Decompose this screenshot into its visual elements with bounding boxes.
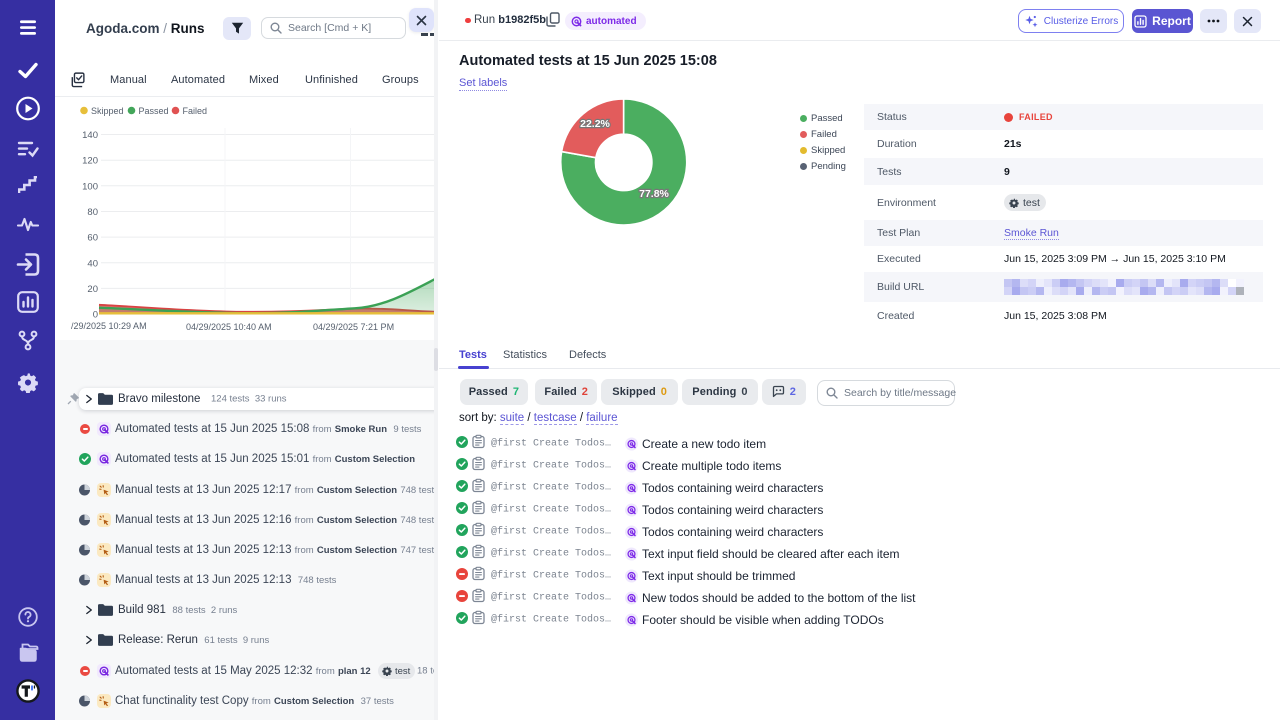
svg-text:77.8%: 77.8% xyxy=(639,188,669,200)
svg-text:Skipped: Skipped xyxy=(91,106,124,116)
svg-text:60: 60 xyxy=(87,233,98,244)
svg-text:20: 20 xyxy=(87,284,98,295)
svg-text:22.2%: 22.2% xyxy=(580,118,610,130)
svg-text:04/29/2025 7:21 PM: 04/29/2025 7:21 PM xyxy=(313,322,394,332)
svg-text:100: 100 xyxy=(82,181,98,192)
svg-text:0: 0 xyxy=(93,310,98,321)
svg-text:40: 40 xyxy=(87,258,98,269)
svg-text:04/29/2025 10:40 AM: 04/29/2025 10:40 AM xyxy=(186,322,272,332)
svg-text:80: 80 xyxy=(87,207,98,218)
svg-text:140: 140 xyxy=(82,130,98,141)
svg-text:/29/2025 10:29 AM: /29/2025 10:29 AM xyxy=(71,321,147,331)
svg-text:Failed: Failed xyxy=(183,106,208,116)
svg-text:120: 120 xyxy=(82,156,98,167)
svg-text:Passed: Passed xyxy=(139,106,169,116)
